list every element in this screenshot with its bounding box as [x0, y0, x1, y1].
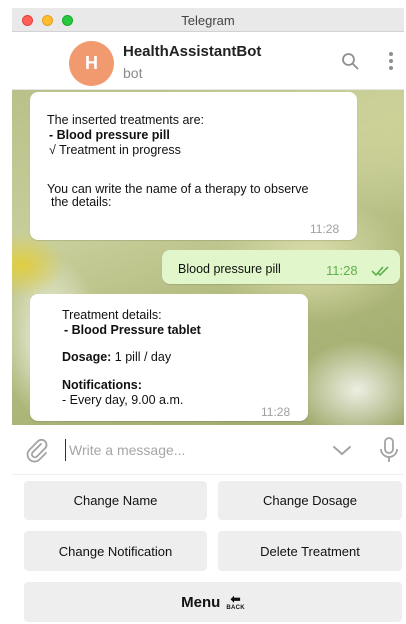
message-text: - Blood Pressure tablet: [64, 323, 201, 337]
message-text: Blood pressure pill: [178, 262, 281, 276]
back-icon-text: BACK: [226, 605, 245, 611]
delete-treatment-button[interactable]: Delete Treatment: [218, 531, 402, 571]
paperclip-icon: [26, 438, 48, 463]
chat-title[interactable]: HealthAssistantBot: [123, 43, 261, 60]
change-notification-button[interactable]: Change Notification: [24, 531, 207, 571]
dosage-label: Dosage:: [62, 350, 112, 364]
message-text: Treatment details:: [62, 308, 162, 322]
dosage-line: Dosage: 1 pill / day: [62, 350, 171, 365]
back-arrow: ⬅: [230, 592, 241, 606]
message-composer: [12, 425, 404, 475]
chat-history[interactable]: The inserted treatments are: - Blood pre…: [12, 90, 404, 425]
message-bubble-incoming[interactable]: The inserted treatments are: - Blood pre…: [30, 92, 357, 240]
change-name-button[interactable]: Change Name: [24, 481, 207, 520]
menu-button-label: Menu: [181, 593, 221, 611]
message-bubble-incoming[interactable]: Treatment details: - Blood Pressure tabl…: [30, 294, 308, 421]
search-button[interactable]: [339, 50, 361, 72]
voice-message-button[interactable]: [378, 436, 400, 464]
more-vertical-icon: [389, 52, 393, 70]
menu-button[interactable]: Menu ⬅ BACK: [24, 582, 402, 622]
bot-keyboard: Change Name Change Dosage Change Notific…: [12, 475, 404, 624]
microphone-icon: [380, 437, 398, 462]
message-text: - Every day, 9.00 a.m.: [62, 393, 184, 407]
attach-button[interactable]: [24, 437, 50, 463]
chat-status: bot: [123, 65, 143, 81]
back-icon: ⬅ BACK: [226, 593, 245, 611]
message-text: The inserted treatments are:: [47, 113, 205, 127]
message-time: 11:28: [326, 263, 358, 278]
message-bubble-outgoing[interactable]: Blood pressure pill 11:28: [162, 250, 400, 284]
message-input[interactable]: [65, 439, 315, 461]
message-time: 11:28: [261, 405, 291, 419]
chat-header: H HealthAssistantBot bot: [12, 32, 404, 90]
window-titlebar: Telegram: [12, 8, 404, 32]
change-dosage-button[interactable]: Change Dosage: [218, 481, 402, 520]
message-time: 11:28: [310, 222, 340, 236]
hide-keyboard-button[interactable]: [330, 440, 354, 460]
message-text: √ Treatment in progress: [49, 143, 181, 157]
search-icon: [342, 53, 359, 70]
double-check-icon: [371, 266, 389, 277]
message-text: the details:: [51, 195, 112, 209]
message-text: - Blood pressure pill: [49, 128, 170, 142]
message-text: Notifications:: [62, 378, 142, 392]
chevron-down-icon: [333, 446, 351, 456]
dosage-value: 1 pill / day: [111, 350, 172, 364]
avatar[interactable]: H: [69, 41, 114, 86]
window-title: Telegram: [181, 13, 235, 28]
more-options-button[interactable]: [380, 50, 402, 72]
